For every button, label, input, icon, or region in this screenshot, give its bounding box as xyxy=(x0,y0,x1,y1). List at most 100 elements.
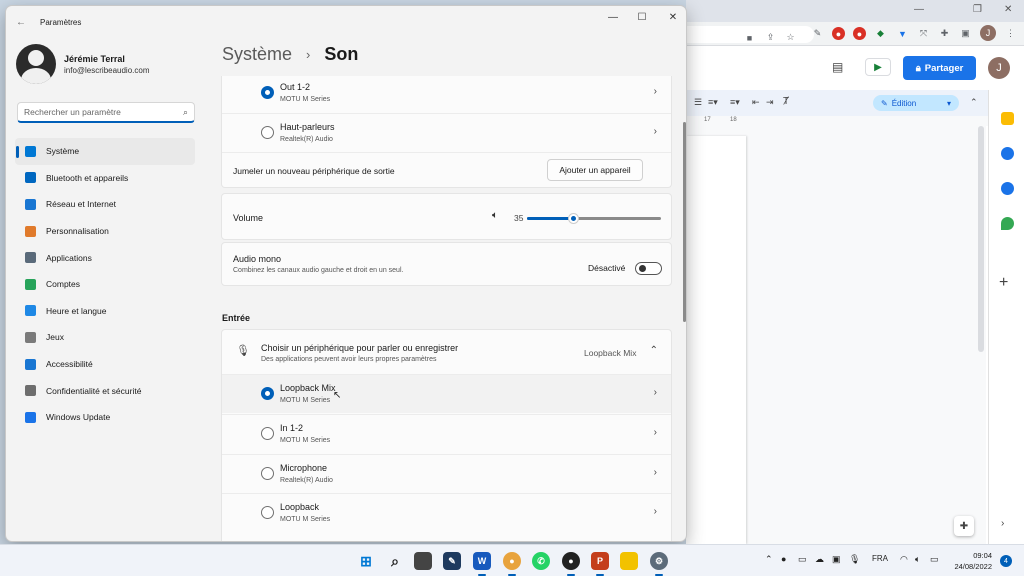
radio-selected[interactable] xyxy=(261,387,274,400)
radio-unselected[interactable] xyxy=(261,506,274,519)
menu-kebab-icon[interactable]: ⋮ xyxy=(1004,27,1017,40)
speaker-icon[interactable]: 🔈︎ xyxy=(492,210,498,221)
sidebar-item-network[interactable]: Réseau et Internet xyxy=(15,191,195,218)
sidebar-item-accounts[interactable]: Comptes xyxy=(15,271,195,298)
maps-icon[interactable] xyxy=(1001,217,1014,230)
language-indicator[interactable]: FRA xyxy=(872,554,888,563)
sidebar-item-time-language[interactable]: Heure et langue xyxy=(15,298,195,325)
tray-recorder-icon[interactable]: ● xyxy=(781,554,786,564)
chrome-icon[interactable]: ● xyxy=(503,552,521,576)
add-addon-icon[interactable]: + xyxy=(999,274,1008,292)
tray-microphone-icon[interactable]: 🎙︎ xyxy=(849,554,860,565)
sidebar-item-apps[interactable]: Applications xyxy=(15,244,195,271)
lock-icon: 🔒︎ xyxy=(915,62,921,74)
recorder-icon[interactable]: ● xyxy=(562,552,580,576)
snipping-tool-icon[interactable]: ✎ xyxy=(443,552,461,570)
volume-slider-thumb[interactable] xyxy=(569,214,579,223)
powerpoint-icon[interactable]: P xyxy=(591,552,609,576)
volume-icon[interactable]: 🔈︎ xyxy=(915,554,920,565)
maximize-icon[interactable]: ☐ xyxy=(632,12,652,23)
input-device-row[interactable]: Loopback Mix MOTU M Series ↖ › xyxy=(222,374,671,413)
numbered-list-icon[interactable]: ≡▾ xyxy=(730,97,740,108)
explore-icon[interactable]: ✚ xyxy=(954,516,974,536)
collapse-icon[interactable]: ⌃ xyxy=(970,97,978,108)
sidebar-item-personalization[interactable]: Personnalisation xyxy=(15,218,195,245)
output-device-row[interactable]: Haut-parleurs Realtek(R) Audio › xyxy=(222,113,671,152)
volume-slider[interactable] xyxy=(527,214,661,223)
extension-arrows-icon[interactable]: ⤧ xyxy=(917,27,930,40)
document-scrollbar[interactable] xyxy=(978,126,984,352)
maximize-icon[interactable]: ❐ xyxy=(973,4,982,15)
clear-format-icon[interactable]: Ⱦ xyxy=(783,96,789,107)
search-icon[interactable]: ⌕ xyxy=(386,552,404,570)
settings-gear-icon[interactable]: ⚙ xyxy=(650,552,668,576)
battery-icon[interactable]: ▭ xyxy=(930,554,939,565)
extension-blue-icon[interactable]: ▼ xyxy=(896,27,909,40)
extension-red-icon[interactable]: ● xyxy=(853,27,866,40)
sidebar-item-gaming[interactable]: Jeux xyxy=(15,324,195,351)
input-device-row[interactable]: Loopback MOTU M Series › xyxy=(222,493,671,532)
content-scrollbar[interactable] xyxy=(683,122,686,322)
user-profile[interactable]: Jérémie Terral info@lescribeaudio.com xyxy=(16,44,150,84)
puzzle-icon[interactable]: ✚ xyxy=(938,27,951,40)
account-avatar[interactable]: J xyxy=(988,57,1010,79)
whatsapp-icon[interactable]: ✆ xyxy=(532,552,550,570)
wifi-icon[interactable]: ◠ xyxy=(900,554,908,565)
eyedropper-icon[interactable]: ✎ xyxy=(811,27,824,40)
sidebar-item-privacy[interactable]: Confidentialité et sécurité xyxy=(15,377,195,404)
checklist-icon[interactable]: ☰ xyxy=(694,97,702,108)
share-button[interactable]: 🔒︎ Partager xyxy=(903,56,976,80)
notification-badge[interactable]: 4 xyxy=(1000,555,1012,567)
breadcrumb-parent[interactable]: Système xyxy=(222,44,292,65)
search-input[interactable]: Rechercher un paramètre ⌕ xyxy=(17,102,195,123)
editing-mode-dropdown[interactable]: ✎ Édition ▾ xyxy=(873,95,959,111)
back-arrow-icon[interactable]: ← xyxy=(16,17,26,28)
add-device-button[interactable]: Ajouter un appareil xyxy=(547,159,643,181)
bullet-list-icon[interactable]: ≡▾ xyxy=(708,97,718,108)
share-page-icon[interactable]: ⇪ xyxy=(764,31,777,44)
comment-icon[interactable]: ▤ xyxy=(832,60,843,74)
outdent-icon[interactable]: ⇤ xyxy=(752,97,760,108)
radio-unselected[interactable] xyxy=(261,126,274,139)
expand-panel-icon[interactable]: › xyxy=(1001,518,1004,529)
output-device-row[interactable]: Out 1-2 MOTU M Series › xyxy=(222,76,671,113)
extension-green-icon[interactable]: ◆ xyxy=(874,27,887,40)
sidepanel-icon[interactable]: ▣ xyxy=(959,27,972,40)
tray-cloud-icon[interactable]: ☁ xyxy=(815,554,824,565)
contacts-icon[interactable] xyxy=(1001,182,1014,195)
tray-overflow-icon[interactable]: ⌃ xyxy=(765,554,773,565)
sidebar-item-accessibility[interactable]: Accessibilité xyxy=(15,351,195,378)
indent-icon[interactable]: ⇥ xyxy=(766,97,774,108)
start-icon[interactable]: ⊞ xyxy=(357,552,375,570)
keep-icon[interactable] xyxy=(1001,112,1014,125)
tray-app-icon[interactable]: ▣ xyxy=(832,554,841,565)
task-view-icon[interactable] xyxy=(414,552,432,570)
mono-audio-toggle[interactable] xyxy=(635,262,662,275)
close-icon[interactable]: ✕ xyxy=(1004,4,1012,15)
chevron-up-icon[interactable]: ⌃ xyxy=(650,345,658,356)
tasks-icon[interactable] xyxy=(1001,147,1014,160)
clock[interactable]: 09:04 24/08/2022 xyxy=(948,550,992,572)
radio-unselected[interactable] xyxy=(261,427,274,440)
radio-selected[interactable] xyxy=(261,86,274,99)
adblock-icon[interactable]: ● xyxy=(832,27,845,40)
address-bar[interactable]: ■ ⇪ ☆ xyxy=(686,26,814,43)
close-icon[interactable]: ✕ xyxy=(663,12,683,23)
meet-icon[interactable]: ▶ xyxy=(865,58,891,76)
document-page[interactable] xyxy=(686,136,746,544)
minimize-icon[interactable]: — xyxy=(603,12,623,23)
choose-input-row[interactable]: 🎙︎ Choisir un périphérique pour parler o… xyxy=(222,330,671,374)
word-icon[interactable]: W xyxy=(473,552,491,576)
minimize-icon[interactable]: — xyxy=(914,4,924,15)
sidebar-item-windows-update[interactable]: Windows Update xyxy=(15,404,195,431)
radio-unselected[interactable] xyxy=(261,467,274,480)
file-explorer-icon[interactable] xyxy=(620,552,638,570)
input-device-row[interactable]: Microphone Realtek(R) Audio › xyxy=(222,454,671,493)
input-device-row[interactable]: In 1-2 MOTU M Series › xyxy=(222,414,671,453)
tray-display-icon[interactable]: ▭ xyxy=(798,554,807,565)
sidebar-item-bluetooth[interactable]: Bluetooth et appareils xyxy=(15,165,195,192)
profile-avatar[interactable]: J xyxy=(980,25,996,41)
camera-icon[interactable]: ■ xyxy=(743,31,756,44)
sidebar-item-systeme[interactable]: Système xyxy=(15,138,195,165)
star-icon[interactable]: ☆ xyxy=(784,31,797,44)
